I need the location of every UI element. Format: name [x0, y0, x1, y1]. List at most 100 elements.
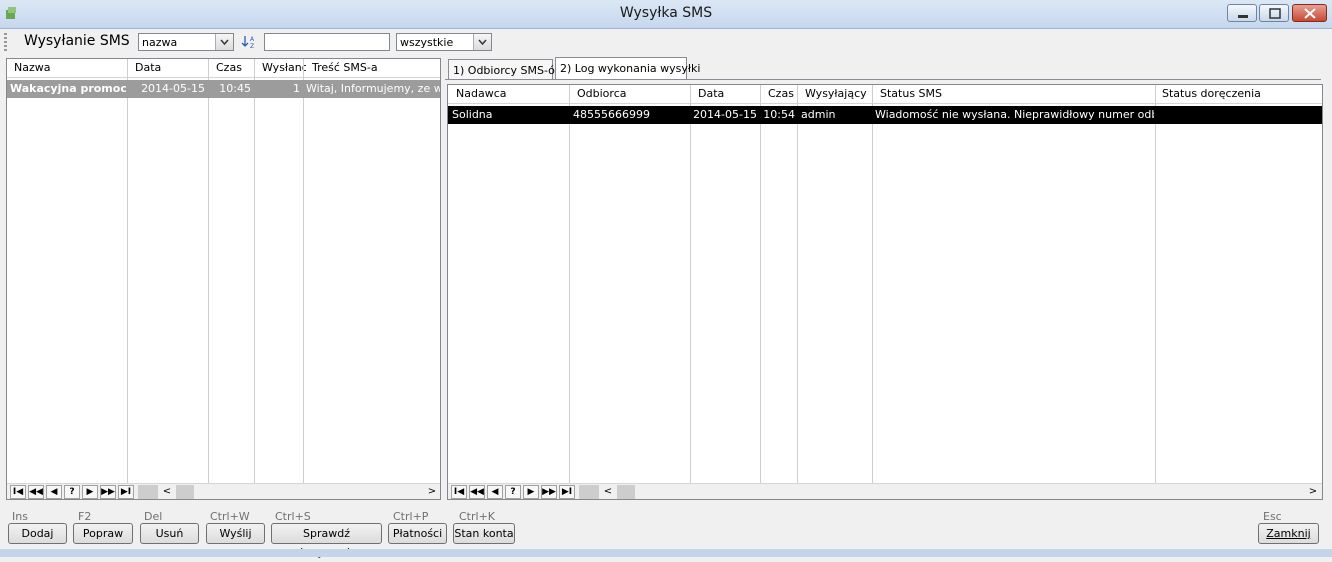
tab-odbiorcy[interactable]: 1) Odbiorcy SMS-ów — [448, 59, 564, 80]
column-divider — [208, 59, 209, 483]
column-header-nadawca[interactable]: Nadawca — [456, 87, 566, 100]
cell-czas: 10:45 — [219, 82, 251, 95]
shortcut-label: Ctrl+P — [393, 510, 429, 523]
minimize-button[interactable] — [1227, 4, 1257, 22]
edit-button[interactable]: Popraw — [73, 523, 133, 544]
column-header-nazwa[interactable]: Nazwa — [14, 61, 124, 74]
toolbar-label: Wysyłanie SMS — [24, 33, 130, 49]
delete-button[interactable]: Usuń — [140, 523, 199, 544]
payments-button[interactable]: Płatności — [388, 523, 447, 544]
restore-icon — [1269, 8, 1281, 19]
scrollbar-thumb[interactable] — [138, 485, 158, 499]
minimize-icon — [1238, 15, 1248, 18]
chevron-down-icon[interactable] — [473, 34, 491, 50]
column-divider — [690, 85, 691, 483]
filter-value: wszystkie — [400, 36, 454, 49]
column-divider — [760, 85, 761, 483]
cell-odbiorca: 48555666999 — [573, 108, 650, 121]
sort-icon[interactable]: A Z — [241, 35, 259, 49]
column-divider — [254, 59, 255, 483]
next-record-button[interactable]: ▶ — [523, 485, 539, 499]
column-header-status-doreczenia[interactable]: Status doręczenia — [1162, 87, 1312, 100]
svg-text:Z: Z — [250, 43, 254, 49]
scroll-left-arrow[interactable]: < — [160, 485, 174, 499]
next-page-button[interactable]: ▶▶ — [541, 485, 557, 499]
next-page-button[interactable]: ▶▶ — [100, 485, 116, 499]
log-grid[interactable]: Nadawca Odbiorca Data Czas Wysyłający St… — [447, 84, 1323, 500]
help-button[interactable]: ? — [505, 485, 521, 499]
prev-page-button[interactable]: ◀◀ — [469, 485, 485, 499]
cell-status-sms: Wiadomość nie wysłana. Nieprawidłowy num… — [875, 108, 1154, 121]
prev-record-button[interactable]: ◀ — [46, 485, 62, 499]
toolbar-grip[interactable] — [4, 33, 7, 51]
shortcut-label: F2 — [78, 510, 92, 523]
column-divider — [1155, 85, 1156, 483]
scroll-left-arrow[interactable]: < — [601, 485, 615, 499]
tab-log[interactable]: 2) Log wykonania wysyłki — [555, 57, 700, 80]
column-divider — [797, 85, 798, 483]
scrollbar-thumb[interactable] — [617, 485, 635, 499]
send-button[interactable]: Wyślij — [206, 523, 265, 544]
column-divider — [303, 59, 304, 483]
scroll-right-arrow[interactable]: > — [1306, 485, 1320, 499]
grid-header: Nazwa Data Czas Wysłano Treść SMS-a — [7, 59, 440, 78]
filter-combo[interactable]: wszystkie — [396, 33, 492, 51]
prev-page-button[interactable]: ◀◀ — [28, 485, 44, 499]
table-row[interactable]: Wakacyjna promocja 2014-05-15 10:45 1 Wi… — [7, 80, 440, 98]
column-divider — [872, 85, 873, 483]
column-header-czas[interactable]: Czas — [216, 61, 256, 74]
first-record-button[interactable]: I◀ — [10, 485, 26, 499]
column-header-status-sms[interactable]: Status SMS — [880, 87, 1150, 100]
scrollbar-thumb[interactable] — [176, 485, 194, 499]
close-button[interactable]: Zamknij — [1258, 523, 1319, 544]
search-field-value: nazwa — [142, 36, 178, 49]
cell-tresc: Witaj, Informujemy, ze w nas — [306, 82, 440, 95]
first-record-button[interactable]: I◀ — [451, 485, 467, 499]
svg-text:A: A — [250, 36, 255, 43]
window-border-bottom — [0, 549, 1332, 557]
toolbar: Wysyłanie SMS nazwa A Z wszystkie — [0, 29, 1332, 55]
shortcut-label: Del — [144, 510, 163, 523]
tab-strip-line — [445, 79, 1321, 80]
close-icon — [1304, 8, 1316, 19]
table-row[interactable]: Solidna 48555666999 2014-05-15 10:54 adm… — [448, 106, 1322, 124]
scrollbar-thumb[interactable] — [579, 485, 599, 499]
column-header-data[interactable]: Data — [135, 61, 210, 74]
add-button[interactable]: Dodaj — [8, 523, 67, 544]
column-divider — [127, 59, 128, 483]
column-divider — [569, 85, 570, 483]
cell-nazwa: Wakacyjna promocja — [10, 82, 126, 95]
cell-nadawca: Solidna — [452, 108, 493, 121]
shortcut-label: Ins — [12, 510, 28, 523]
shortcut-label: Ctrl+W — [210, 510, 250, 523]
column-header-odbiorca[interactable]: Odbiorca — [577, 87, 687, 100]
shortcut-label: Ctrl+S — [275, 510, 311, 523]
column-header-tresc[interactable]: Treść SMS-a — [312, 61, 440, 74]
window-title: Wysyłka SMS — [619, 5, 713, 21]
maximize-button[interactable] — [1259, 4, 1289, 22]
column-header-wysylajacy[interactable]: Wysyłający — [805, 87, 875, 100]
column-header-czas[interactable]: Czas — [768, 87, 798, 100]
prev-record-button[interactable]: ◀ — [487, 485, 503, 499]
shortcut-label: Ctrl+K — [459, 510, 496, 523]
last-record-button[interactable]: ▶I — [559, 485, 575, 499]
grid-navigator: I◀ ◀◀ ◀ ? ▶ ▶▶ ▶I < > — [448, 483, 1322, 499]
column-header-wyslano[interactable]: Wysłano — [262, 61, 306, 74]
search-field-combo[interactable]: nazwa — [138, 33, 234, 51]
search-input[interactable] — [264, 33, 390, 51]
cell-wyslano: 1 — [293, 82, 300, 95]
cell-wysylajacy: admin — [801, 108, 836, 121]
next-record-button[interactable]: ▶ — [82, 485, 98, 499]
cell-data: 2014-05-15 — [693, 108, 757, 121]
close-window-button[interactable] — [1292, 4, 1327, 22]
check-delivery-button[interactable]: Sprawdź doręczenie — [271, 523, 382, 559]
last-record-button[interactable]: ▶I — [118, 485, 134, 499]
sms-list-grid[interactable]: Nazwa Data Czas Wysłano Treść SMS-a Waka… — [6, 58, 441, 500]
grid-navigator: I◀ ◀◀ ◀ ? ▶ ▶▶ ▶I < > — [7, 483, 440, 499]
chevron-down-icon[interactable] — [215, 34, 233, 50]
scroll-right-arrow[interactable]: > — [425, 485, 439, 499]
help-button[interactable]: ? — [64, 485, 80, 499]
column-header-data[interactable]: Data — [698, 87, 758, 100]
cell-czas: 10:54 — [763, 108, 795, 121]
account-balance-button[interactable]: Stan konta — [453, 523, 515, 544]
